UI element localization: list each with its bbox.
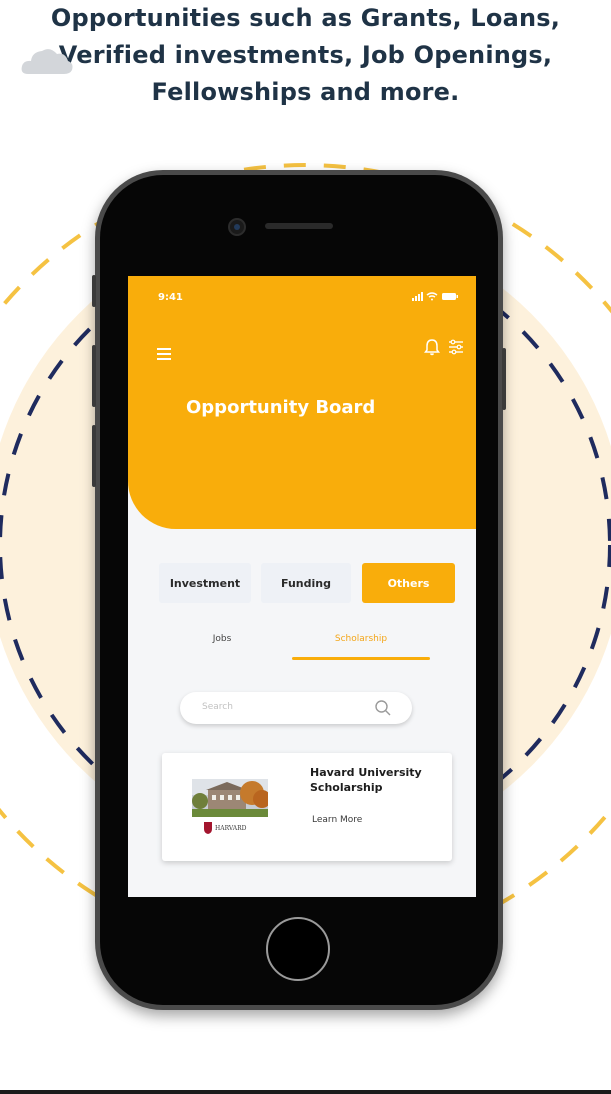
menu-icon[interactable] (156, 346, 174, 362)
status-icons (412, 292, 458, 301)
promo-headline: Opportunities such as Grants, Loans, Ver… (0, 0, 611, 111)
earpiece-speaker (265, 223, 333, 229)
page-title: Opportunity Board (186, 397, 376, 418)
cloud-icon (21, 49, 73, 74)
search-bar[interactable]: Search (180, 692, 412, 724)
app-header: 9:41 Opportunity Board (128, 276, 476, 529)
search-input[interactable]: Search (202, 702, 233, 712)
bell-icon[interactable] (424, 338, 440, 356)
home-button[interactable] (266, 917, 330, 981)
tab-others[interactable]: Others (362, 563, 455, 603)
phone-mute-switch (92, 275, 96, 307)
harvard-logo: HARVARD (204, 822, 247, 834)
subtab-jobs[interactable]: Jobs (192, 634, 252, 644)
signal-icon (412, 292, 423, 301)
headline-line-1: Opportunities such as Grants, Loans, (50, 4, 561, 32)
filter-icon[interactable] (448, 339, 464, 355)
learn-more-link[interactable]: Learn More (312, 815, 362, 825)
phone-volume-down (92, 425, 96, 487)
tab-investment[interactable]: Investment (159, 563, 251, 603)
phone-volume-up (92, 345, 96, 407)
subtab-scholarship[interactable]: Scholarship (311, 634, 411, 644)
bottom-divider (0, 1090, 611, 1094)
app-screen: 9:41 Opportunity Board Investment Fundin… (128, 276, 476, 897)
scholarship-card[interactable]: HARVARD Havard University Scholarship Le… (162, 753, 452, 861)
battery-icon (442, 293, 458, 300)
card-title: Havard University Scholarship (310, 766, 422, 794)
tab-funding[interactable]: Funding (261, 563, 351, 603)
phone-power-button (502, 348, 506, 410)
status-time: 9:41 (158, 292, 183, 303)
university-photo (192, 779, 268, 817)
subtab-active-indicator (292, 657, 430, 660)
headline-line-2: Verified investments, Job Openings, (58, 41, 553, 69)
wifi-icon (426, 292, 438, 301)
front-camera (228, 218, 246, 236)
svg-text:HARVARD: HARVARD (215, 825, 247, 832)
search-icon[interactable] (374, 699, 392, 717)
headline-line-3: Fellowships and more. (151, 78, 460, 106)
